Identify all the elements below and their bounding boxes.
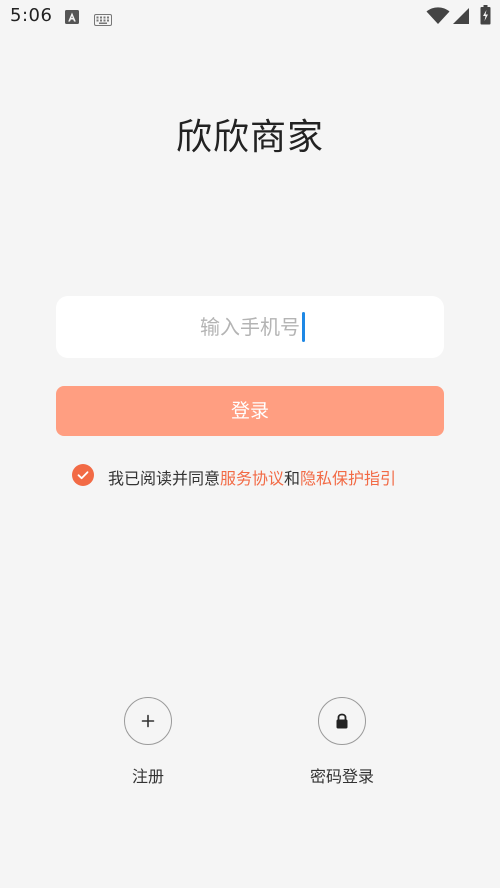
status-bar: 5:06 — [0, 0, 500, 34]
agreement-conjunction: 和 — [284, 469, 301, 488]
plus-icon — [141, 714, 155, 728]
app-title: 欣欣商家 — [175, 117, 324, 158]
password-login-button[interactable] — [318, 697, 366, 745]
service-agreement-link[interactable]: 服务协议 — [220, 469, 284, 488]
password-login-label[interactable]: 密码登录 — [282, 763, 402, 787]
wifi-icon — [426, 7, 450, 29]
agreement-prefix: 我已阅读并同意 — [108, 469, 221, 488]
status-time: 5:06 — [10, 5, 53, 26]
phone-number-input[interactable] — [56, 296, 444, 358]
phone-input-container[interactable] — [56, 296, 444, 358]
agreement-text: 我已阅读并同意服务协议和隐私保护指引 — [108, 465, 396, 489]
keyboard-icon — [94, 11, 112, 30]
login-button[interactable]: 登录 — [56, 386, 444, 436]
checkmark-icon — [77, 471, 89, 480]
register-label[interactable]: 注册 — [88, 763, 208, 787]
signal-icon — [452, 7, 470, 29]
agreement-checkbox[interactable] — [72, 464, 94, 486]
notification-a-icon — [64, 9, 80, 29]
battery-icon — [480, 5, 491, 29]
lock-icon — [336, 713, 348, 729]
login-screen: 5:06 欣欣商家 输入手机号 登录 我已阅读并同意服务协议和隐私保护指引 注册… — [0, 0, 500, 888]
text-cursor — [302, 312, 305, 342]
privacy-guide-link[interactable]: 隐私保护指引 — [300, 469, 396, 488]
register-button[interactable] — [124, 697, 172, 745]
agreement-row: 我已阅读并同意服务协议和隐私保护指引 — [72, 464, 452, 488]
